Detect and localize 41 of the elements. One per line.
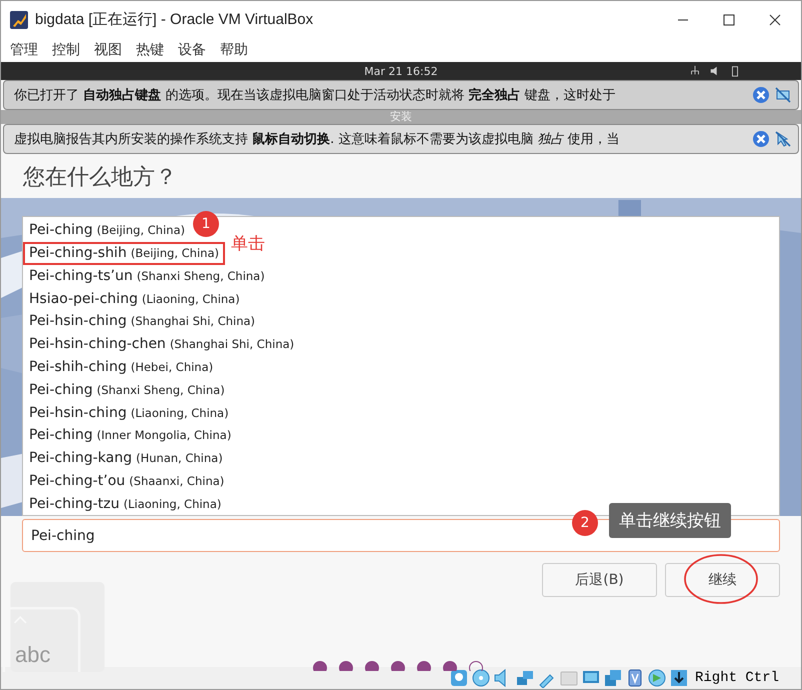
menu-item[interactable]: 视图 [94,41,122,59]
arrow-down-icon[interactable] [668,668,689,688]
menu-item[interactable]: 设备 [178,41,206,59]
optical-disc-icon[interactable] [470,668,491,688]
window-title: bigdata [正在运行] - Oracle VM VirtualBox [35,10,314,29]
city-option[interactable]: Pei-ching (Shanxi Sheng, China) [23,378,231,402]
city-option[interactable]: Pei-ching-t’ou (Shaanxi, China) [23,469,230,492]
maximize-icon[interactable] [723,14,735,26]
network-icon[interactable] [689,65,701,77]
city-option[interactable]: Pei-hsin-ching-chen (Shanghai Shi, China) [23,332,300,356]
mouse-crossed-icon[interactable] [774,130,792,148]
keyboard-label: abc [15,642,50,668]
battery-icon[interactable] [729,65,741,77]
callout-tooltip: 单击继续按钮 [609,503,731,538]
nav-button[interactable]: 继续 [665,563,780,597]
menu-item[interactable]: 热键 [136,41,164,59]
menu-item[interactable]: 控制 [52,41,80,59]
notification-text: 虚拟电脑报告其内所安装的操作系统支持 鼠标自动切换. 这意味着鼠标不需要为该虚拟电脑 独占 使用，当 [14,131,621,148]
clock: Mar 21 16:52 [364,64,438,78]
city-option[interactable]: Pei-ching-shih (Beijing, China) [23,242,225,265]
app-logo-icon [9,10,29,30]
annotation-note: 单击 [231,233,265,255]
city-option[interactable]: Pei-shih-ching (Hebei, China) [23,356,220,378]
city-option[interactable]: Pei-ching-ts’un (Shanxi Sheng, China) [23,264,271,288]
keyboard-crossed-icon[interactable] [774,86,792,104]
city-option[interactable]: Pei-ching (Beijing, China) [23,219,191,242]
city-option[interactable]: Pei-hsin-ching (Shanghai Shi, China) [23,310,262,333]
city-option[interactable]: Pei-ching (Inner Mongolia, China) [23,424,238,447]
city-option[interactable]: Pei-hsin-ching (Liaoning, China) [23,401,235,424]
city-option[interactable]: Hsiao-pei-ching (Liaoning, China) [23,287,246,310]
close-icon[interactable] [769,14,781,26]
notification-text: 你已打开了 自动独占键盘 的选项。现在当该虚拟电脑窗口处于活动状态时就将 完全独占 键盘，这时处于 [14,86,617,104]
city-option[interactable]: Pei-ching-kang (Hunan, China) [23,446,229,470]
step-badge: 1 [193,211,219,237]
page-heading: 您在什么地方？ [23,164,178,192]
nav-button[interactable]: 后退(B) [542,563,657,597]
menu-item[interactable]: 帮助 [220,41,248,59]
city-option[interactable]: Pei-ching-tzu (Liaoning, China) [23,492,228,515]
installer-title: 安装 [390,110,412,123]
menu-item[interactable]: 管理 [10,41,38,59]
host-key-label: Right Ctrl [694,670,779,686]
